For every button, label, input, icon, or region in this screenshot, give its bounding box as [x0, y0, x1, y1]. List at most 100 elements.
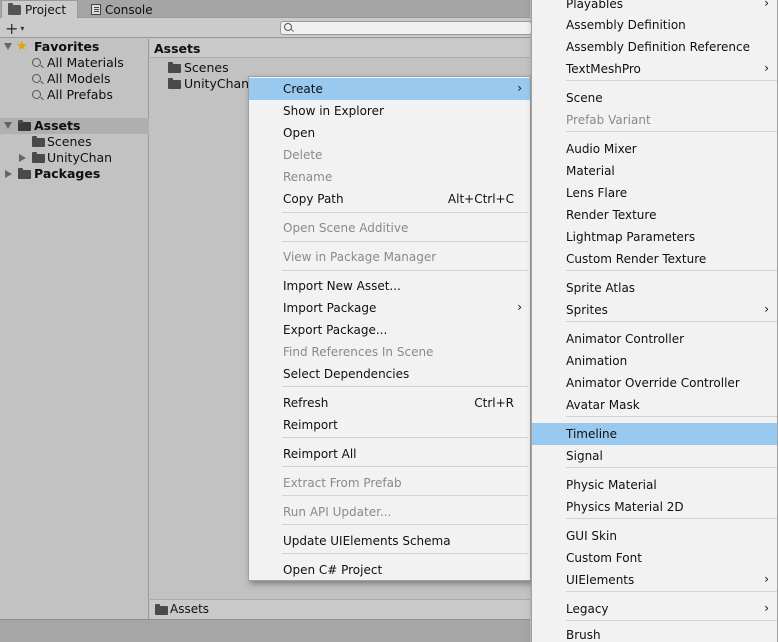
menu-item-sprite-atlas[interactable]: Sprite Atlas	[532, 277, 777, 299]
menu-item-label: Custom Font	[566, 551, 642, 565]
menu-item-label: Sprite Atlas	[566, 281, 636, 295]
menu-item-legacy[interactable]: Legacy ›	[532, 598, 777, 620]
tree-label: Favorites	[34, 39, 100, 54]
folder-icon	[168, 78, 181, 89]
menu-item-animation[interactable]: Animation	[532, 350, 777, 372]
menu-item-label: Legacy	[566, 602, 609, 616]
menu-separator	[282, 437, 528, 438]
tree-item-packages[interactable]: Packages	[0, 166, 149, 182]
menu-item-reimport-all[interactable]: Reimport All	[249, 443, 530, 465]
menu-item-timeline[interactable]: Timeline	[532, 423, 777, 445]
menu-item-label: Animation	[566, 354, 628, 368]
menu-item-signal[interactable]: Signal	[532, 445, 777, 467]
expand-arrow-icon[interactable]	[5, 170, 12, 178]
menu-item-sprites[interactable]: Sprites ›	[532, 299, 777, 321]
menu-item-view-in-package-manager[interactable]: View in Package Manager	[249, 246, 530, 268]
menu-item-export-package[interactable]: Export Package...	[249, 319, 530, 341]
tab-project[interactable]: Project	[1, 0, 78, 19]
menu-item-label: Run API Updater...	[283, 505, 392, 519]
tree-label: All Materials	[47, 55, 124, 70]
menu-item-custom-render-texture[interactable]: Custom Render Texture	[532, 248, 777, 270]
assets-breadcrumb: Assets	[150, 39, 530, 58]
folder-icon	[168, 62, 181, 73]
tab-console[interactable]: Console	[85, 0, 159, 19]
breadcrumb-label[interactable]: Assets	[154, 41, 200, 56]
tree-item-all-materials[interactable]: All Materials	[0, 55, 149, 71]
menu-item-playables[interactable]: Playables ›	[532, 0, 777, 15]
menu-item-brush[interactable]: Brush	[532, 624, 777, 642]
menu-item-rename[interactable]: Rename	[249, 166, 530, 188]
menu-item-extract-from-prefab[interactable]: Extract From Prefab	[249, 472, 530, 494]
tree-item-assets[interactable]: Assets	[0, 118, 149, 134]
menu-item-open-scene-additive[interactable]: Open Scene Additive	[249, 217, 530, 239]
menu-item-label: Physic Material	[566, 478, 657, 492]
menu-item-avatar-mask[interactable]: Avatar Mask	[532, 394, 777, 416]
menu-item-label: Avatar Mask	[566, 398, 640, 412]
menu-separator	[566, 416, 777, 417]
menu-item-label: Timeline	[566, 427, 618, 441]
expand-arrow-icon[interactable]	[19, 154, 26, 162]
search-icon	[32, 74, 41, 83]
search-input[interactable]	[280, 21, 532, 35]
tree-item-all-models[interactable]: All Models	[0, 71, 149, 87]
menu-item-delete[interactable]: Delete	[249, 144, 530, 166]
expand-arrow-icon[interactable]	[4, 122, 12, 129]
menu-item-prefab-variant[interactable]: Prefab Variant	[532, 109, 777, 131]
menu-item-select-dependencies[interactable]: Select Dependencies	[249, 363, 530, 385]
menu-item-label: Import New Asset...	[283, 279, 401, 293]
menu-item-copy-path[interactable]: Copy Path Alt+Ctrl+C	[249, 188, 530, 210]
create-submenu: Playables › Assembly Definition Assembly De…	[531, 0, 778, 642]
menu-item-create[interactable]: Create ›	[249, 78, 530, 100]
menu-item-lens-flare[interactable]: Lens Flare	[532, 182, 777, 204]
menu-item-open-c-project[interactable]: Open C# Project	[249, 559, 530, 581]
menu-item-label: Prefab Variant	[566, 113, 651, 127]
tree-item-unitychan[interactable]: UnityChan	[0, 150, 149, 166]
menu-item-update-uielements-schema[interactable]: Update UIElements Schema	[249, 530, 530, 552]
menu-item-audio-mixer[interactable]: Audio Mixer	[532, 138, 777, 160]
menu-item-find-references-in-scene[interactable]: Find References In Scene	[249, 341, 530, 363]
menu-item-textmeshpro[interactable]: TextMeshPro ›	[532, 58, 777, 80]
menu-item-material[interactable]: Material	[532, 160, 777, 182]
menu-item-assembly-definition-reference[interactable]: Assembly Definition Reference	[532, 36, 777, 58]
menu-item-import-package[interactable]: Import Package ›	[249, 297, 530, 319]
menu-item-uielements[interactable]: UIElements ›	[532, 569, 777, 591]
tree-item-all-prefabs[interactable]: All Prefabs	[0, 87, 149, 103]
menu-item-run-api-updater[interactable]: Run API Updater...	[249, 501, 530, 523]
menu-separator	[566, 591, 777, 592]
tab-bar: Project Console	[0, 0, 530, 19]
menu-item-animator-override-controller[interactable]: Animator Override Controller	[532, 372, 777, 394]
menu-item-assembly-definition[interactable]: Assembly Definition	[532, 14, 777, 36]
menu-item-label: Delete	[283, 148, 323, 162]
menu-item-animator-controller[interactable]: Animator Controller	[532, 328, 777, 350]
menu-item-show-in-explorer[interactable]: Show in Explorer	[249, 100, 530, 122]
menu-item-label: Scene	[566, 91, 603, 105]
menu-item-render-texture[interactable]: Render Texture	[532, 204, 777, 226]
asset-item-scenes[interactable]: Scenes	[150, 60, 530, 76]
menu-item-label: Lens Flare	[566, 186, 628, 200]
tree-item-favorites[interactable]: ★ Favorites	[0, 39, 149, 55]
menu-item-label: UIElements	[566, 573, 635, 587]
create-dropdown-button[interactable]: + ▾	[5, 19, 24, 38]
expand-arrow-icon[interactable]	[4, 43, 12, 50]
menu-item-custom-font[interactable]: Custom Font	[532, 547, 777, 569]
menu-item-open[interactable]: Open	[249, 122, 530, 144]
menu-separator	[566, 80, 777, 81]
menu-item-import-new-asset[interactable]: Import New Asset...	[249, 275, 530, 297]
tree-item-scenes[interactable]: Scenes	[0, 134, 149, 150]
menu-item-refresh[interactable]: Refresh Ctrl+R	[249, 392, 530, 414]
menu-item-scene[interactable]: Scene	[532, 87, 777, 109]
chevron-right-icon: ›	[764, 61, 769, 75]
menu-item-label: Brush	[566, 628, 601, 642]
menu-item-physic-material[interactable]: Physic Material	[532, 474, 777, 496]
menu-item-label: Reimport	[283, 418, 338, 432]
menu-item-physics-material-2d[interactable]: Physics Material 2D	[532, 496, 777, 518]
menu-item-lightmap-parameters[interactable]: Lightmap Parameters	[532, 226, 777, 248]
menu-item-gui-skin[interactable]: GUI Skin	[532, 525, 777, 547]
folder-icon	[8, 3, 21, 15]
menu-item-reimport[interactable]: Reimport	[249, 414, 530, 436]
assets-path-bar: Assets	[150, 599, 530, 619]
menu-item-label: View in Package Manager	[283, 250, 437, 264]
shortcut-label: Ctrl+R	[474, 396, 514, 410]
chevron-right-icon: ›	[517, 81, 522, 95]
menu-separator	[282, 212, 528, 213]
